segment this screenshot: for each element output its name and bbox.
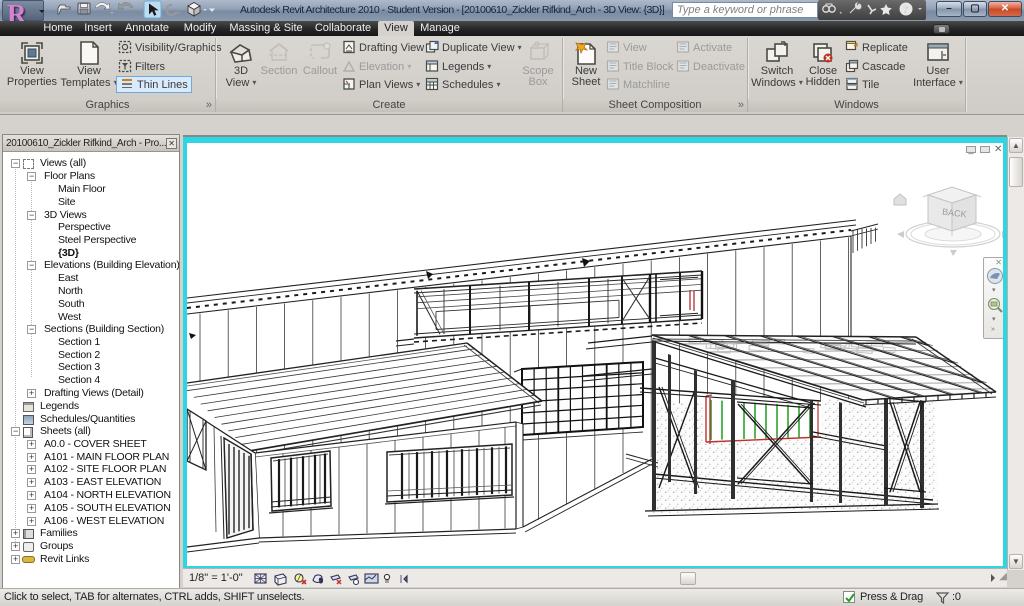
- svg-text:9: 9: [319, 578, 323, 585]
- svg-text:?: ?: [903, 4, 909, 16]
